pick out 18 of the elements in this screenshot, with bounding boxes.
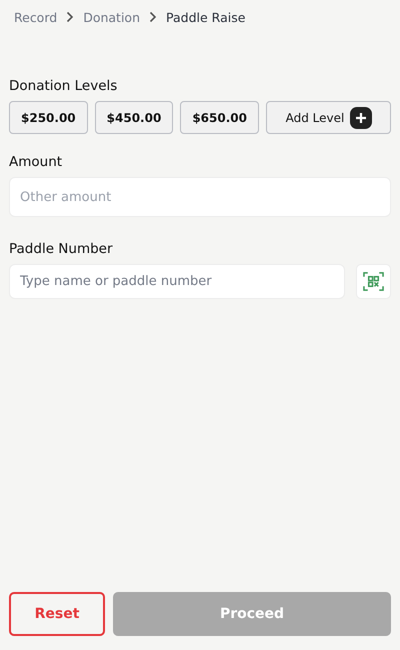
field-label: Amount <box>9 154 64 170</box>
amount-field[interactable]: Other amount <box>9 177 391 217</box>
qr-scan-icon <box>363 271 384 292</box>
level-button[interactable]: $450.00 <box>94 101 174 134</box>
reset-button[interactable]: Reset <box>9 592 105 636</box>
breadcrumb-link[interactable]: Record <box>14 10 58 24</box>
plus-icon <box>350 106 372 128</box>
chevron-icon <box>149 11 158 23</box>
level-button[interactable]: $650.00 <box>180 101 259 134</box>
paddle-number-field[interactable]: Type name or paddle number <box>9 264 345 299</box>
field-label: Paddle Number <box>9 241 114 257</box>
breadcrumb-link[interactable]: Donation <box>83 10 140 24</box>
chevron-icon <box>66 11 74 23</box>
scan-button[interactable] <box>356 264 391 299</box>
add-level-button[interactable]: Add Level <box>266 101 391 134</box>
breadcrumb-current: Paddle Raise <box>166 10 246 24</box>
section-label: Donation Levels <box>9 78 118 94</box>
level-button[interactable]: $250.00 <box>9 101 88 134</box>
